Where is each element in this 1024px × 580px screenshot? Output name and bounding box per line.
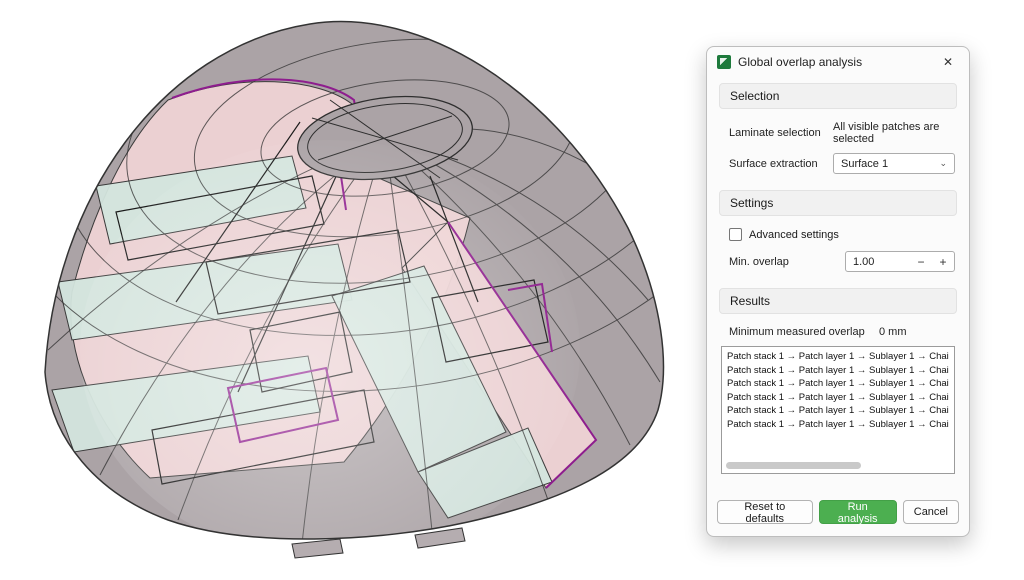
results-section-header: Results [719,288,957,314]
increment-button[interactable]: + [932,252,954,271]
settings-section-header: Settings [719,190,957,216]
app-icon [717,55,731,69]
result-item[interactable]: Patch stack 1 → Patch layer 1 → Sublayer… [727,377,949,391]
run-analysis-button[interactable]: Run analysis [819,500,897,524]
advanced-settings-label: Advanced settings [749,229,839,241]
result-item[interactable]: Patch stack 1 → Patch layer 1 → Sublayer… [727,391,949,405]
reset-to-defaults-button[interactable]: Reset to defaults [717,500,813,524]
selection-section: Selection Laminate selection All visible… [719,83,957,174]
cancel-button[interactable]: Cancel [903,500,959,524]
results-listbox[interactable]: Patch stack 1 → Patch layer 1 → Sublayer… [721,346,955,474]
laminate-selection-value: All visible patches are selected [833,121,955,145]
laminate-selection-label: Laminate selection [729,127,833,139]
min-measured-overlap-label: Minimum measured overlap [729,326,879,338]
chevron-down-icon: ⌄ [939,159,947,168]
surface-extraction-label: Surface extraction [729,158,833,170]
3d-viewport[interactable] [0,0,700,580]
surface-highlight [80,140,580,560]
result-item[interactable]: Patch stack 1 → Patch layer 1 → Sublayer… [727,364,949,378]
global-overlap-analysis-dialog: Global overlap analysis ✕ Selection Lami… [706,46,970,537]
decrement-button[interactable]: − [910,252,932,271]
min-overlap-label: Min. overlap [729,256,845,268]
min-overlap-spinbox[interactable]: 1.00 − + [845,251,955,272]
surface-extraction-select[interactable]: Surface 1 ⌄ [833,153,955,174]
dialog-titlebar[interactable]: Global overlap analysis ✕ [707,47,969,77]
result-item[interactable]: Patch stack 1 → Patch layer 1 → Sublayer… [727,404,949,418]
selection-section-header: Selection [719,83,957,109]
close-icon[interactable]: ✕ [933,51,963,73]
min-measured-overlap-value: 0 mm [879,326,907,338]
surface-extraction-value: Surface 1 [841,158,888,170]
result-item[interactable]: Patch stack 1 → Patch layer 1 → Sublayer… [727,350,949,364]
horizontal-scrollbar[interactable] [726,462,861,469]
settings-section: Settings Advanced settings Min. overlap … [719,190,957,272]
dome-scene [0,0,700,580]
results-section: Results Minimum measured overlap 0 mm Pa… [719,288,957,474]
dialog-title: Global overlap analysis [738,55,862,69]
min-overlap-value[interactable]: 1.00 [846,256,910,268]
result-item[interactable]: Patch stack 1 → Patch layer 1 → Sublayer… [727,418,949,432]
app-screen: Global overlap analysis ✕ Selection Lami… [0,0,1024,580]
dialog-footer: Reset to defaults Run analysis Cancel [707,490,969,536]
advanced-settings-checkbox[interactable] [729,228,742,241]
